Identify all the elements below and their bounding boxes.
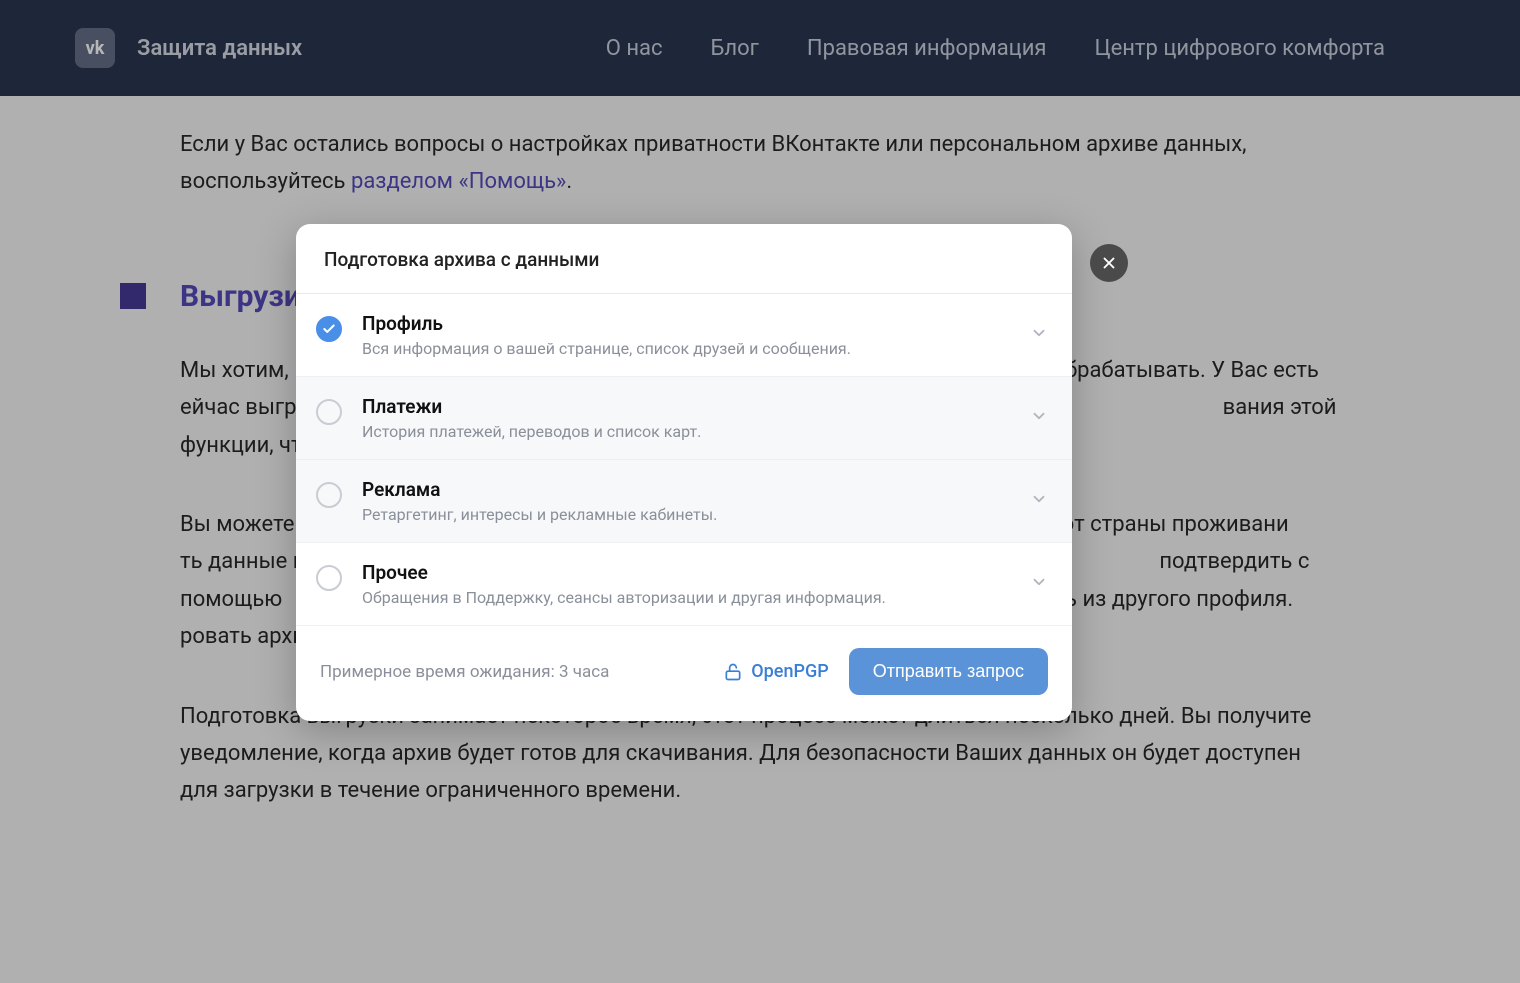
checkbox-other[interactable] — [316, 565, 342, 591]
close-icon — [1100, 254, 1118, 272]
checkbox-profile[interactable] — [316, 316, 342, 342]
option-other-title: Прочее — [362, 561, 1018, 584]
modal-title: Подготовка архива с данными — [296, 224, 1072, 294]
option-payments[interactable]: Платежи История платежей, переводов и сп… — [296, 377, 1072, 460]
option-payments-sub: История платежей, переводов и список кар… — [362, 422, 1018, 441]
chevron-down-icon[interactable] — [1030, 324, 1048, 346]
option-profile-title: Профиль — [362, 312, 1018, 335]
option-payments-title: Платежи — [362, 395, 1018, 418]
option-ads-sub: Ретаргетинг, интересы и рекламные кабине… — [362, 505, 1018, 524]
submit-request-button[interactable]: Отправить запрос — [849, 648, 1048, 695]
option-profile[interactable]: Профиль Вся информация о вашей странице,… — [296, 294, 1072, 377]
modal-footer: Примерное время ожидания: 3 часа OpenPGP… — [296, 626, 1072, 721]
openpgp-label: OpenPGP — [751, 661, 828, 682]
checkbox-ads[interactable] — [316, 482, 342, 508]
wait-time-text: Примерное время ожидания: 3 часа — [320, 662, 609, 682]
option-profile-sub: Вся информация о вашей странице, список … — [362, 339, 1018, 358]
openpgp-button[interactable]: OpenPGP — [723, 661, 828, 682]
checkbox-payments[interactable] — [316, 399, 342, 425]
chevron-down-icon[interactable] — [1030, 490, 1048, 512]
option-other[interactable]: Прочее Обращения в Поддержку, сеансы авт… — [296, 543, 1072, 626]
chevron-down-icon[interactable] — [1030, 407, 1048, 429]
chevron-down-icon[interactable] — [1030, 573, 1048, 595]
archive-modal: Подготовка архива с данными Профиль Вся … — [296, 224, 1072, 721]
option-ads[interactable]: Реклама Ретаргетинг, интересы и рекламны… — [296, 460, 1072, 543]
close-modal-button[interactable] — [1090, 244, 1128, 282]
option-ads-title: Реклама — [362, 478, 1018, 501]
option-other-sub: Обращения в Поддержку, сеансы авторизаци… — [362, 588, 1018, 607]
